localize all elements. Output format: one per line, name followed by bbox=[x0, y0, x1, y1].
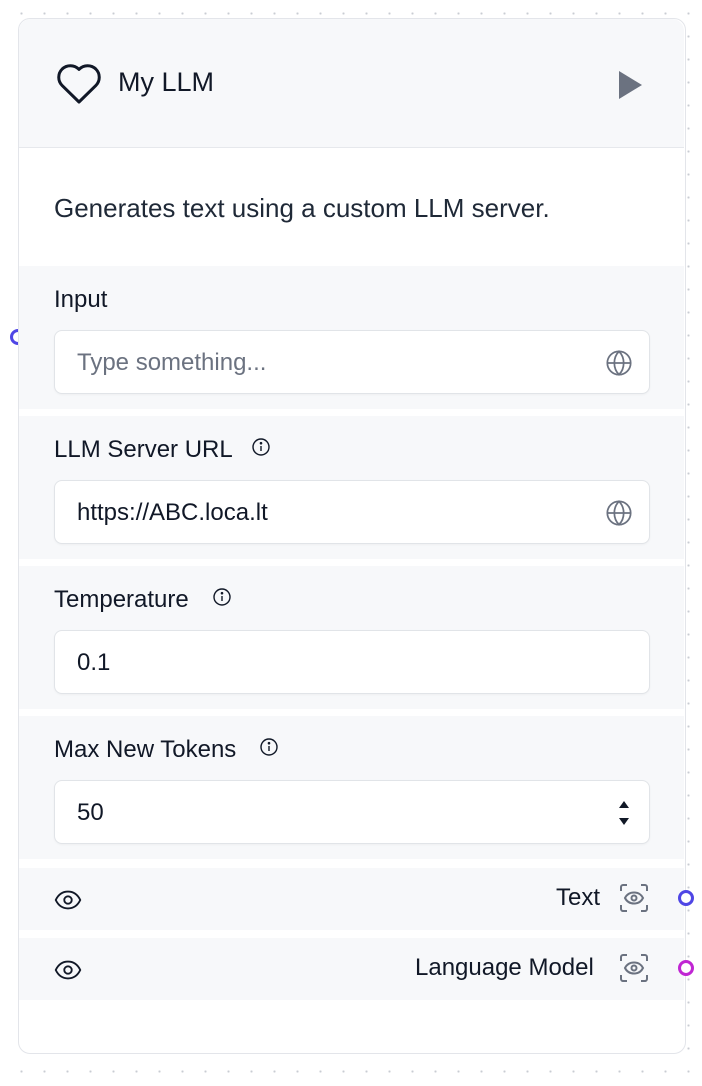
node-title: My LLM bbox=[118, 67, 215, 97]
number-stepper-icon[interactable] bbox=[617, 795, 631, 831]
output-row-text: Text bbox=[19, 868, 684, 930]
max-tokens-section: Max New Tokens 50 bbox=[19, 716, 684, 859]
info-icon[interactable] bbox=[251, 437, 271, 457]
scan-eye-icon[interactable] bbox=[618, 952, 650, 984]
eye-icon[interactable] bbox=[54, 956, 82, 984]
input-field[interactable]: Type something... bbox=[54, 330, 650, 394]
temperature-section: Temperature 0.1 bbox=[19, 566, 684, 709]
output-label-text: Text bbox=[556, 884, 601, 911]
play-icon[interactable] bbox=[616, 69, 644, 101]
output-handle-text[interactable] bbox=[678, 890, 694, 906]
globe-icon[interactable] bbox=[605, 499, 633, 527]
output-handle-language-model[interactable] bbox=[678, 960, 694, 976]
info-icon[interactable] bbox=[212, 587, 232, 607]
input-placeholder: Type something... bbox=[77, 349, 267, 376]
eye-icon[interactable] bbox=[54, 886, 82, 914]
server-url-field[interactable]: https://ABC.loca.lt bbox=[54, 480, 650, 544]
scan-eye-icon[interactable] bbox=[618, 882, 650, 914]
node-description: Generates text using a custom LLM server… bbox=[54, 193, 550, 223]
info-icon[interactable] bbox=[259, 737, 279, 757]
input-section: Input Type something... bbox=[19, 266, 684, 409]
temperature-label: Temperature bbox=[54, 586, 189, 613]
llm-node-card: My LLM Generates text using a custom LLM… bbox=[18, 18, 686, 1054]
temperature-field[interactable]: 0.1 bbox=[54, 630, 650, 694]
server-url-value: https://ABC.loca.lt bbox=[77, 499, 268, 526]
server-url-label: LLM Server URL bbox=[54, 436, 233, 463]
heart-icon bbox=[57, 64, 101, 104]
max-tokens-field[interactable]: 50 bbox=[54, 780, 650, 844]
globe-icon[interactable] bbox=[605, 349, 633, 377]
server-url-section: LLM Server URL https://ABC.loca.lt bbox=[19, 416, 684, 559]
node-header: My LLM bbox=[19, 19, 684, 148]
max-tokens-value: 50 bbox=[77, 799, 104, 826]
temperature-value: 0.1 bbox=[77, 649, 111, 676]
input-label: Input bbox=[54, 286, 108, 313]
max-tokens-label: Max New Tokens bbox=[54, 736, 237, 763]
output-label-language-model: Language Model bbox=[415, 954, 594, 981]
output-row-language-model: Language Model bbox=[19, 938, 684, 1000]
